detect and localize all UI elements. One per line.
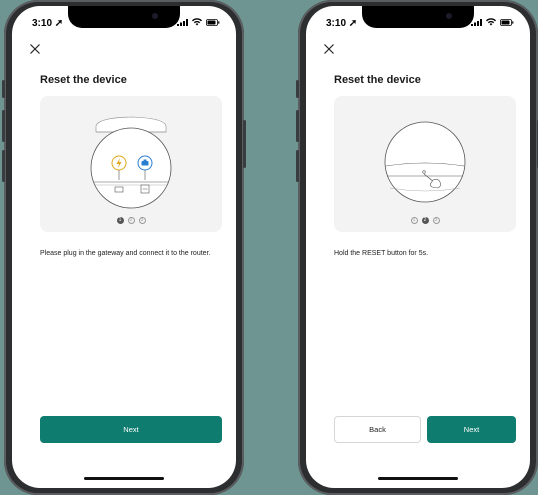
mute-switch [2, 80, 5, 98]
step-dot-2: 2 [127, 217, 135, 224]
step-dot-1: 1 [410, 217, 418, 224]
power-button [243, 120, 246, 168]
step-indicator: 1 2 3 [334, 217, 516, 224]
close-icon [30, 44, 40, 54]
signal-icon [177, 18, 188, 26]
next-button[interactable]: Next [427, 416, 516, 443]
gateway-plug-illustration [90, 116, 172, 209]
page-title: Reset the device [334, 74, 421, 86]
notch [68, 6, 180, 28]
step-dot-1: 1 [116, 217, 124, 224]
location-arrow-icon: ➚ [348, 18, 358, 29]
step-indicator: 1 2 3 [40, 217, 222, 224]
status-icons [177, 18, 220, 26]
status-icons [471, 18, 514, 26]
ethernet-icon [141, 161, 149, 166]
close-icon [324, 44, 334, 54]
location-arrow-icon: ➚ [54, 18, 64, 29]
screen: 3:10 ➚ Reset the device [12, 6, 236, 488]
close-button[interactable] [28, 42, 42, 56]
close-button[interactable] [322, 42, 336, 56]
illustration-card: 1 2 3 [334, 96, 516, 232]
wifi-icon [486, 18, 496, 26]
battery-icon [206, 18, 220, 26]
phone-right: 3:10 ➚ Reset the device 1 2 3 Hold the R… [296, 0, 538, 495]
volume-down-button [296, 150, 299, 182]
home-indicator [378, 477, 458, 480]
wifi-icon [192, 18, 202, 26]
home-indicator [84, 477, 164, 480]
back-button[interactable]: Back [334, 416, 421, 443]
instruction-text: Please plug in the gateway and connect i… [40, 250, 211, 257]
volume-up-button [296, 110, 299, 142]
step-dot-2: 2 [421, 217, 429, 224]
status-time: 3:10 ➚ [32, 18, 64, 29]
step-dot-3: 3 [432, 217, 440, 224]
volume-up-button [2, 110, 5, 142]
page-title: Reset the device [40, 74, 127, 86]
notch [362, 6, 474, 28]
camera-dot [152, 13, 158, 19]
next-button[interactable]: Next [40, 416, 222, 443]
screen: 3:10 ➚ Reset the device [306, 6, 530, 488]
illustration-card: 1 2 3 [40, 96, 222, 232]
battery-icon [500, 18, 514, 26]
instruction-text: Hold the RESET button for 5s. [334, 250, 429, 257]
signal-icon [471, 18, 482, 26]
power-port [114, 186, 124, 193]
status-time: 3:10 ➚ [326, 18, 358, 29]
volume-down-button [2, 150, 5, 182]
reset-button-illustration [384, 121, 466, 203]
phone-left: 3:10 ➚ Reset the device 1 2 3 Please plu… [2, 0, 246, 495]
step-dot-3: 3 [138, 217, 146, 224]
mute-switch [296, 80, 299, 98]
camera-dot [446, 13, 452, 19]
